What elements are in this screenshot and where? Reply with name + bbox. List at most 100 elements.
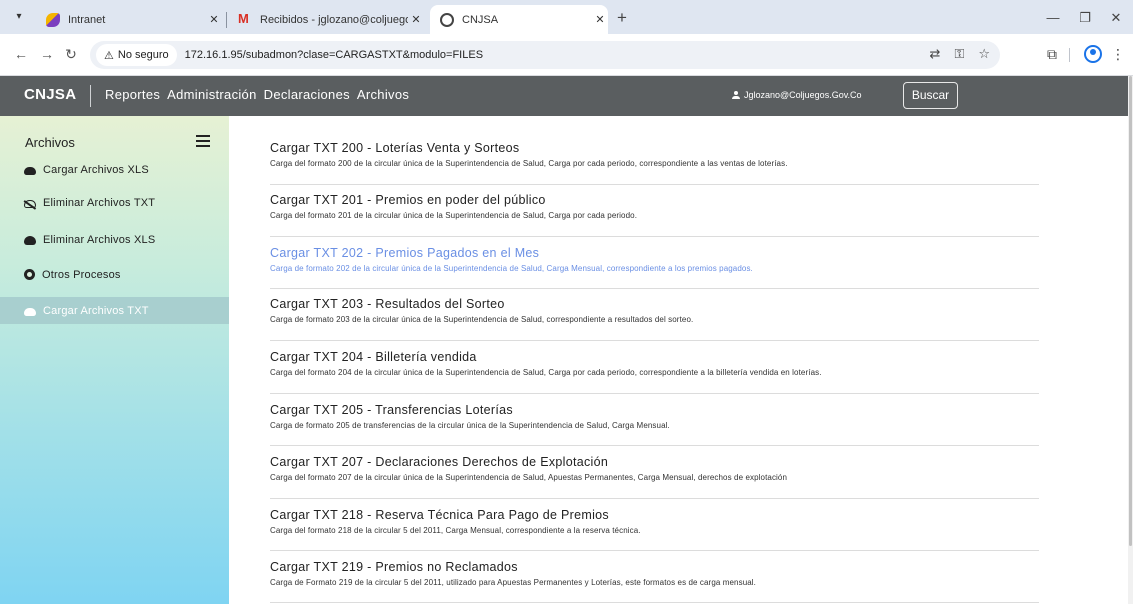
upload-item-title[interactable]: Cargar TXT 200 - Loterías Venta y Sorteo… <box>270 141 1039 155</box>
sidebar-item-cargar-txt[interactable]: Cargar Archivos TXT <box>0 297 229 324</box>
restore-icon[interactable]: ❐ <box>1075 8 1095 28</box>
window-close-icon[interactable]: ✕ <box>1106 8 1126 28</box>
translate-icon[interactable]: ⇄ <box>930 46 941 62</box>
browser-tab-intranet[interactable]: Intranet ✕ <box>36 5 222 34</box>
upload-list: Cargar TXT 200 - Loterías Venta y Sorteo… <box>229 116 1128 604</box>
close-tab-icon[interactable]: ✕ <box>408 13 424 26</box>
address-bar[interactable]: ⚠ No seguro 172.16.1.95/subadmon?clase=C… <box>90 41 1000 69</box>
upload-item-title[interactable]: Cargar TXT 203 - Resultados del Sorteo <box>270 297 1039 311</box>
hamburger-menu-icon[interactable] <box>196 135 210 147</box>
nav-administracion[interactable]: Administración <box>167 87 256 102</box>
page-scrollbar-thumb[interactable] <box>1129 76 1132 546</box>
security-chip[interactable]: ⚠ No seguro <box>96 44 177 66</box>
list-divider <box>270 445 1039 446</box>
upload-item-207[interactable]: Cargar TXT 207 - Declaraciones Derechos … <box>270 455 1039 482</box>
user-account[interactable]: Jglozano@Coljuegos.Gov.Co <box>732 90 862 100</box>
close-tab-icon[interactable]: ✕ <box>592 13 608 26</box>
upload-item-204[interactable]: Cargar TXT 204 - Billetería vendida Carg… <box>270 350 1039 377</box>
upload-item-203[interactable]: Cargar TXT 203 - Resultados del Sorteo C… <box>270 297 1039 324</box>
upload-item-title[interactable]: Cargar TXT 202 - Premios Pagados en el M… <box>270 246 1039 260</box>
upload-item-219[interactable]: Cargar TXT 219 - Premios no Reclamados C… <box>270 560 1039 587</box>
cloud-icon <box>24 307 36 316</box>
profile-avatar-icon[interactable] <box>1084 45 1102 63</box>
new-tab-plus-icon[interactable]: + <box>612 8 632 28</box>
brand-logo[interactable]: CNJSA <box>24 86 76 103</box>
upload-item-205[interactable]: Cargar TXT 205 - Transferencias Loterías… <box>270 403 1039 430</box>
upload-item-description: Carga de formato 203 de la circular únic… <box>270 315 694 324</box>
upload-item-description: Carga del formato 204 de la circular úni… <box>270 368 822 377</box>
toolbar-divider <box>1069 48 1070 62</box>
sidebar-item-label: Eliminar Archivos XLS <box>43 233 156 246</box>
nav-archivos[interactable]: Archivos <box>357 87 409 102</box>
nav-declaraciones[interactable]: Declaraciones <box>264 87 350 102</box>
cloud-download-icon <box>24 235 36 245</box>
list-divider <box>270 602 1039 603</box>
minimize-icon[interactable]: — <box>1043 8 1063 28</box>
tab-title: Recibidos - jglozano@coljuegos <box>260 13 408 26</box>
more-menu-icon[interactable]: ⋮ <box>1108 45 1128 65</box>
loading-favicon-icon <box>440 12 454 27</box>
brand-divider <box>90 85 91 107</box>
sidebar-item-label: Cargar Archivos TXT <box>43 304 149 317</box>
browser-tab-gmail[interactable]: Recibidos - jglozano@coljuegos ✕ <box>228 5 424 34</box>
tab-title: Intranet <box>68 13 106 26</box>
user-icon <box>732 91 740 99</box>
main-nav: Reportes Administración Declaraciones Ar… <box>105 87 416 102</box>
intranet-favicon-icon <box>46 12 60 27</box>
list-divider <box>270 393 1039 394</box>
extensions-puzzle-icon[interactable]: ⧉ <box>1042 45 1062 65</box>
upload-item-218[interactable]: Cargar TXT 218 - Reserva Técnica Para Pa… <box>270 508 1039 535</box>
gmail-favicon-icon <box>238 11 252 27</box>
tab-title: CNJSA <box>462 13 499 26</box>
browser-toolbar: ← → ↻ ⚠ No seguro 172.16.1.95/subadmon?c… <box>0 34 1133 76</box>
app-navbar: CNJSA Reportes Administración Declaracio… <box>0 76 1128 116</box>
tab-search-chevron-icon[interactable]: ▾ <box>10 9 28 25</box>
list-divider <box>270 184 1039 185</box>
forward-arrow-icon[interactable]: → <box>38 45 56 63</box>
sidebar-item-label: Eliminar Archivos TXT <box>43 196 156 209</box>
upload-item-title[interactable]: Cargar TXT 218 - Reserva Técnica Para Pa… <box>270 508 1039 522</box>
upload-item-title[interactable]: Cargar TXT 201 - Premios en poder del pú… <box>270 193 1039 207</box>
sidebar: Archivos Cargar Archivos XLS Eliminar Ar… <box>0 116 229 604</box>
back-arrow-icon[interactable]: ← <box>12 45 30 63</box>
list-divider <box>270 550 1039 551</box>
security-label: No seguro <box>117 49 169 61</box>
sidebar-item-eliminar-xls[interactable]: Eliminar Archivos XLS <box>0 226 229 253</box>
sidebar-item-eliminar-txt[interactable]: Eliminar Archivos TXT <box>0 189 229 216</box>
close-tab-icon[interactable]: ✕ <box>206 13 222 26</box>
browser-tab-strip: ▾ Intranet ✕ Recibidos - jglozano@coljue… <box>0 0 1133 34</box>
upload-item-title[interactable]: Cargar TXT 204 - Billetería vendida <box>270 350 1039 364</box>
sidebar-item-cargar-xls[interactable]: Cargar Archivos XLS <box>0 156 229 183</box>
sidebar-item-otros-procesos[interactable]: Otros Procesos <box>0 261 229 288</box>
upload-item-description: Carga del formato 218 de la circular 5 d… <box>270 526 641 535</box>
search-button[interactable]: Buscar <box>903 82 958 109</box>
password-key-icon[interactable]: ⚿ <box>954 46 964 62</box>
browser-tab-cnjsa[interactable]: CNJSA ✕ <box>430 5 608 34</box>
sidebar-item-label: Cargar Archivos XLS <box>43 163 149 176</box>
bookmark-star-icon[interactable]: ☆ <box>978 46 990 62</box>
url-text[interactable]: 172.16.1.95/subadmon?clase=CARGASTXT&mod… <box>185 49 483 61</box>
upload-item-title[interactable]: Cargar TXT 207 - Declaraciones Derechos … <box>270 455 1039 469</box>
upload-item-description: Carga de formato 202 de la circular únic… <box>270 264 753 273</box>
list-divider <box>270 236 1039 237</box>
sidebar-item-label: Otros Procesos <box>42 268 121 281</box>
user-email: Jglozano@Coljuegos.Gov.Co <box>744 90 862 100</box>
upload-item-description: Carga del formato 200 de la circular úni… <box>270 159 788 168</box>
address-bar-actions: ⇄ ⚿ ☆ <box>930 46 990 62</box>
upload-item-200[interactable]: Cargar TXT 200 - Loterías Venta y Sorteo… <box>270 141 1039 168</box>
upload-item-202[interactable]: Cargar TXT 202 - Premios Pagados en el M… <box>270 246 1039 273</box>
gear-icon <box>24 269 35 280</box>
tab-divider <box>226 12 227 28</box>
upload-item-201[interactable]: Cargar TXT 201 - Premios en poder del pú… <box>270 193 1039 220</box>
warning-triangle-icon: ⚠ <box>104 49 114 62</box>
upload-item-description: Carga de Formato 219 de la circular 5 de… <box>270 578 757 587</box>
list-divider <box>270 288 1039 289</box>
upload-item-title[interactable]: Cargar TXT 205 - Transferencias Loterías <box>270 403 1039 417</box>
upload-item-description: Carga del formato 207 de la circular úni… <box>270 473 788 482</box>
nav-reportes[interactable]: Reportes <box>105 87 160 102</box>
cloud-off-icon <box>24 199 36 208</box>
upload-item-description: Carga del formato 201 de la circular úni… <box>270 211 638 220</box>
upload-item-title[interactable]: Cargar TXT 219 - Premios no Reclamados <box>270 560 1039 574</box>
reload-icon[interactable]: ↻ <box>62 45 80 63</box>
list-divider <box>270 340 1039 341</box>
